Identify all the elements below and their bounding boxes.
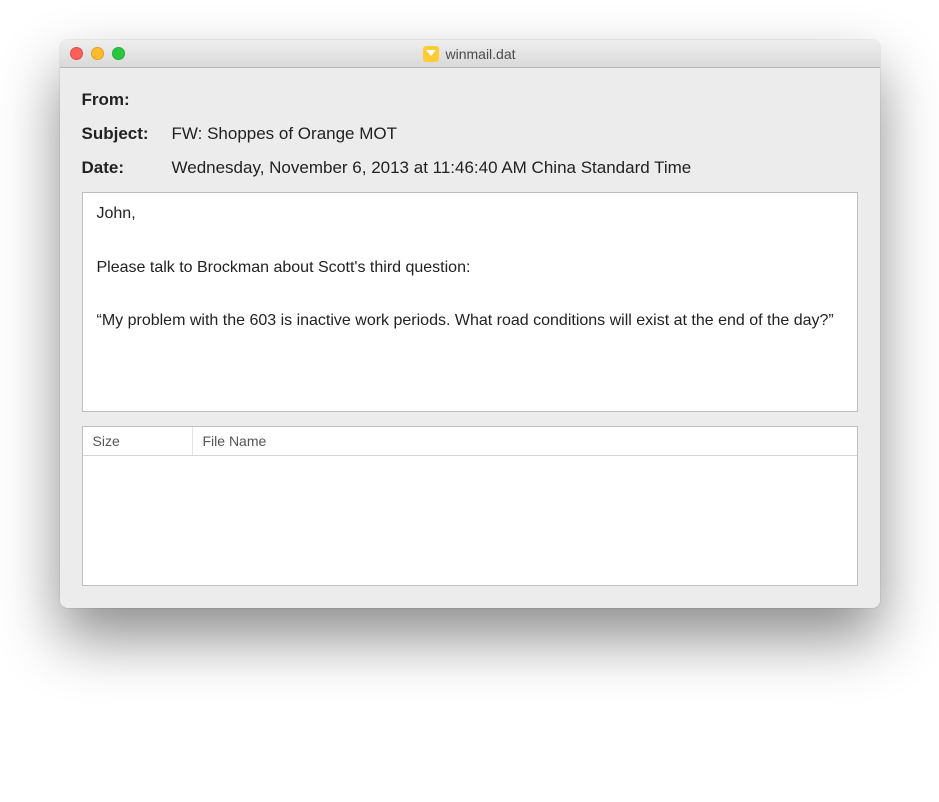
window-controls: [70, 47, 125, 60]
maximize-button[interactable]: [112, 47, 125, 60]
message-body[interactable]: John, Please talk to Brockman about Scot…: [82, 192, 858, 412]
date-value: Wednesday, November 6, 2013 at 11:46:40 …: [172, 158, 692, 178]
window: winmail.dat From: Subject: FW: Shoppes o…: [60, 40, 880, 608]
content-area: From: Subject: FW: Shoppes of Orange MOT…: [60, 68, 880, 608]
body-paragraph: John,: [97, 203, 843, 225]
date-label: Date:: [82, 158, 172, 178]
body-paragraph: Please talk to Brockman about Scott's th…: [97, 257, 843, 279]
from-label: From:: [82, 90, 172, 110]
body-paragraph: “My problem with the 603 is inactive wor…: [97, 310, 843, 332]
subject-row: Subject: FW: Shoppes of Orange MOT: [82, 124, 858, 144]
close-button[interactable]: [70, 47, 83, 60]
titlebar: winmail.dat: [60, 40, 880, 68]
from-row: From:: [82, 90, 858, 110]
column-file-name[interactable]: File Name: [193, 427, 857, 455]
minimize-button[interactable]: [91, 47, 104, 60]
attachments-header: Size File Name: [83, 427, 857, 456]
date-row: Date: Wednesday, November 6, 2013 at 11:…: [82, 158, 858, 178]
attachments-list[interactable]: [83, 456, 857, 585]
window-title: winmail.dat: [445, 46, 515, 62]
document-icon: [423, 46, 439, 62]
subject-value: FW: Shoppes of Orange MOT: [172, 124, 398, 144]
titlebar-title-group: winmail.dat: [60, 46, 880, 62]
column-size[interactable]: Size: [83, 427, 193, 455]
subject-label: Subject:: [82, 124, 172, 144]
attachments-panel: Size File Name: [82, 426, 858, 586]
